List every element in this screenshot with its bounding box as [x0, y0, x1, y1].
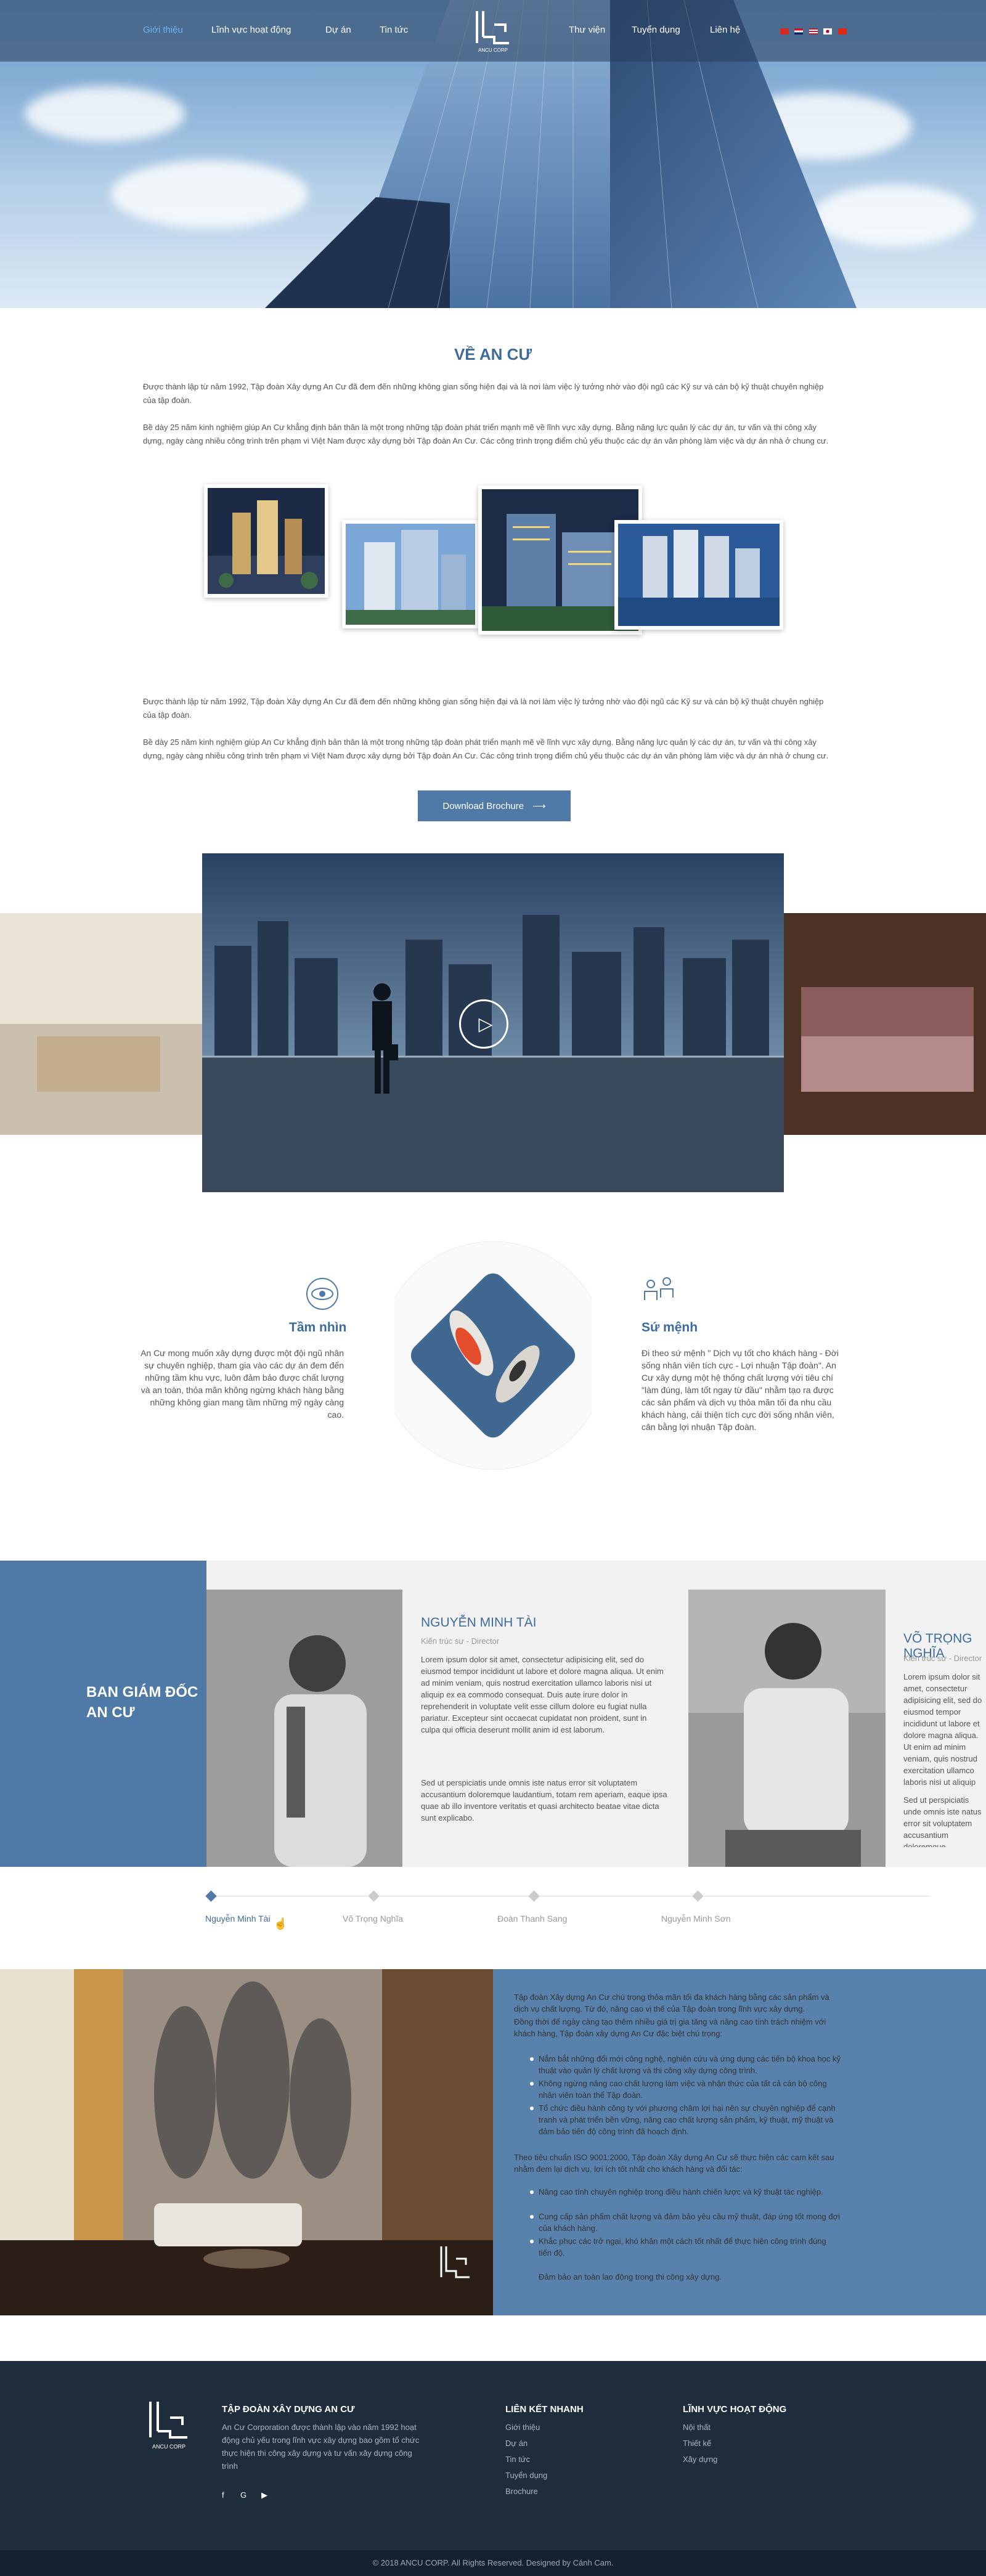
nav-item-library[interactable]: Thư viện	[569, 25, 605, 35]
about-title: VỀ AN CƯ	[454, 345, 532, 364]
about-paragraph-3: Được thành lập từ năm 1992, Tập đoàn Xây…	[143, 697, 824, 720]
koi-diamond-image	[394, 1241, 592, 1470]
timeline-label-4[interactable]: Nguyễn Minh Sơn	[661, 1914, 731, 1924]
footer-link[interactable]: Tuyển dụng	[505, 2471, 547, 2480]
about-paragraph-1: Được thành lập từ năm 1992, Tập đoàn Xây…	[143, 382, 824, 405]
values-bullet: Cung cấp sản phẩm chất lượng và đảm bảo …	[530, 2212, 841, 2233]
values-bullet: Tổ chức điều hành công ty với phương châ…	[530, 2102, 841, 2137]
timeline-label-2[interactable]: Võ Trọng Nghĩa	[343, 1914, 403, 1924]
nav-item-projects[interactable]: Dự án	[325, 25, 351, 35]
footer-company-text: An Cư Corporation được thành lập vào năm…	[222, 2423, 420, 2471]
project-photo-2[interactable]	[342, 520, 479, 628]
values-intro: Tập đoàn Xây dựng An Cư chú trọng thỏa m…	[514, 1993, 829, 2013]
director-1-bio: Lorem ipsum dolor sit amet, consectetur …	[421, 1655, 664, 1734]
director-photo-1[interactable]	[206, 1590, 402, 1867]
download-brochure-button[interactable]: Download Brochure ⟶	[418, 790, 571, 821]
nav-item-fields[interactable]: Lĩnh vực hoạt động	[211, 25, 291, 35]
director-1-name: NGUYỄN MINH TÀI	[421, 1615, 537, 1630]
footer-link[interactable]: Giới thiệu	[505, 2423, 540, 2432]
svg-text:ANCU CORP: ANCU CORP	[478, 47, 508, 53]
nav-item-careers[interactable]: Tuyển dụng	[632, 25, 680, 35]
vision-text: An Cư mong muốn xây dựng được một đội ng…	[141, 1348, 344, 1420]
mission-text: Đi theo sứ mệnh " Dịch vụ tốt cho khách …	[642, 1348, 839, 1432]
copyright-bar: © 2018 ANCU CORP. All Rights Reserved. D…	[0, 2550, 986, 2576]
nav-item-about[interactable]: Giới thiệu	[143, 25, 183, 35]
youtube-icon[interactable]: ▶	[261, 2490, 267, 2500]
director-1-role: Kiến trúc sư - Director	[421, 1636, 500, 1646]
values-bullet: Nâng cao tính chuyên nghiệp trong điều h…	[530, 2186, 841, 2198]
nav-item-contact[interactable]: Liên hệ	[710, 25, 740, 35]
director-2-bio-2: Sed ut perspiciatis unde omnis iste natu…	[903, 1795, 982, 1847]
about-paragraph-4: Bề dày 25 năm kinh nghiệm giúp An Cư khẳ…	[143, 737, 829, 760]
about-paragraph-2: Bề dày 25 năm kinh nghiệm giúp An Cư khẳ…	[143, 423, 829, 445]
values-middle: Theo tiêu chuẩn ISO 9001:2000, Tập đoàn …	[514, 2153, 834, 2174]
timeline-dot-2[interactable]	[368, 1890, 380, 1902]
footer-link[interactable]: Brochure	[505, 2487, 538, 2496]
timeline-dot-1[interactable]	[205, 1890, 217, 1902]
footer-logo[interactable]: ANCU CORP	[143, 2399, 195, 2451]
cursor-hand-icon: ☝	[274, 1917, 288, 1930]
china-flag-icon[interactable]	[837, 28, 847, 35]
director-photo-2[interactable]	[688, 1590, 886, 1867]
mission-people-icon	[644, 1277, 674, 1300]
interior-image	[0, 1969, 493, 2315]
board-heading: BAN GIÁM ĐỐC AN CƯ	[86, 1684, 198, 1721]
footer-company-title: TẬP ĐOÀN XÂY DỰNG AN CƯ	[222, 2404, 355, 2415]
svg-text:ANCU CORP: ANCU CORP	[152, 2444, 185, 2450]
vietnam-flag-icon[interactable]	[780, 28, 789, 35]
footer-link[interactable]: Tin tức	[505, 2455, 530, 2464]
director-2-bio: Lorem ipsum dolor sit amet, consectetur …	[903, 1672, 982, 1787]
japan-flag-icon[interactable]	[823, 28, 833, 35]
timeline-label-3[interactable]: Đoàn Thanh Sang	[497, 1914, 567, 1924]
values-bullet: Khắc phục các trở ngại, khó khăn một các…	[530, 2235, 841, 2259]
project-photo-1[interactable]	[204, 484, 328, 598]
project-photo-4[interactable]	[614, 520, 783, 630]
facebook-icon[interactable]: f	[222, 2490, 224, 2500]
vision-eye-icon	[306, 1278, 338, 1310]
values-bullet: Nắm bắt những đổi mới công nghệ, nghiên …	[530, 2054, 841, 2075]
mission-title: Sứ mệnh	[642, 1320, 698, 1335]
timeline-dot-3[interactable]	[528, 1890, 540, 1902]
director-1-bio-2: Sed ut perspiciatis unde omnis iste natu…	[421, 1778, 667, 1822]
hero-banner: Giới thiệu Lĩnh vực hoạt động Dự án Tin …	[0, 0, 986, 308]
us-flag-icon[interactable]	[809, 28, 818, 35]
vision-title: Tầm nhìn	[289, 1320, 347, 1335]
arrow-right-icon: ⟶	[532, 801, 546, 811]
nav-item-news[interactable]: Tin tức	[380, 25, 408, 35]
footer-link[interactable]: Dự án	[505, 2439, 528, 2448]
values-bullet-last: Đảm bảo an toàn lao động trong thi công …	[539, 2272, 722, 2281]
timeline-label-1[interactable]: Nguyễn Minh Tài	[205, 1914, 271, 1924]
top-navbar: Giới thiệu Lĩnh vực hoạt động Dự án Tin …	[0, 0, 986, 62]
footer: ANCU CORP TẬP ĐOÀN XÂY DỰNG AN CƯ An Cư …	[0, 2361, 986, 2550]
footer-field-link[interactable]: Nội thất	[683, 2423, 711, 2432]
brochure-button-label: Download Brochure	[442, 800, 524, 811]
play-video-button[interactable]: ▷	[459, 999, 508, 1049]
ancu-logo[interactable]: ANCU CORP	[470, 7, 516, 54]
google-plus-icon[interactable]: G	[240, 2490, 246, 2500]
director-2-role: Kiến trúc sư - Director	[903, 1654, 982, 1663]
footer-fields-title: LĨNH VỰC HOẠT ĐỘNG	[683, 2404, 787, 2415]
uk-flag-icon[interactable]	[794, 28, 804, 35]
play-icon: ▷	[478, 1014, 493, 1034]
timeline-dot-4[interactable]	[692, 1890, 704, 1902]
values-intro-2: Đồng thời để ngày càng tạo thêm nhiều gi…	[514, 2017, 826, 2038]
footer-field-link[interactable]: Xây dựng	[683, 2455, 717, 2464]
language-switcher	[780, 26, 850, 37]
values-bullet: Không ngừng nâng cao chất lượng làm việc…	[530, 2078, 841, 2101]
footer-links-title: LIÊN KẾT NHANH	[505, 2404, 584, 2415]
footer-field-link[interactable]: Thiết kế	[683, 2439, 711, 2448]
